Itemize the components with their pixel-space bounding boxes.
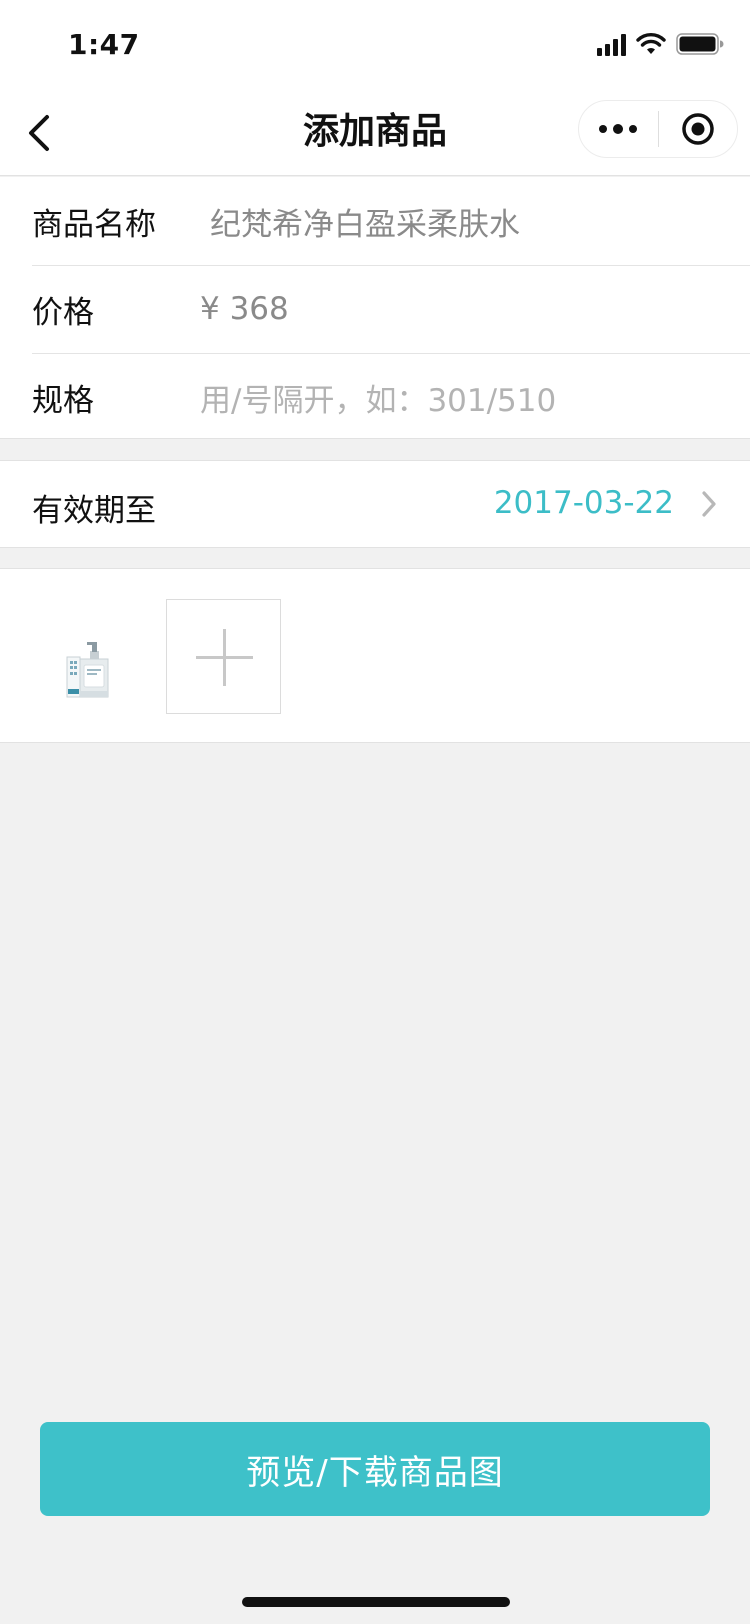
expiry-date-row[interactable]: 有效期至 2017-03-22 [0,460,750,548]
status-icons [597,32,724,56]
price-row[interactable]: 价格 ¥ 368 [0,265,750,353]
expiry-date-value[interactable]: 2017-03-22 [494,485,674,521]
status-time: 1:47 [68,28,140,61]
expiry-label: 有效期至 [32,493,156,529]
status-bar: 1:47 [0,0,750,90]
navigation-bar: 添加商品 [0,90,750,176]
spec-row[interactable]: 规格 用/号隔开，如：301/510 [0,353,750,441]
product-thumbnail[interactable] [32,599,147,714]
screen: 1:47 添加商品 商品名称 纪梵希净白盈采柔肤水 价格 ¥ 368 规格 用/… [0,0,750,1624]
add-image-button[interactable] [166,599,281,714]
spec-input[interactable]: 用/号隔开，如：301/510 [200,375,556,420]
price-label: 价格 [32,294,94,331]
close-mini-program-button[interactable] [659,101,738,157]
target-circle-icon [682,113,714,145]
product-name-label: 商品名称 [32,206,156,243]
cellular-signal-icon [597,32,626,56]
home-indicator [242,1597,510,1607]
battery-icon [676,33,724,55]
product-bottle-image [66,642,109,698]
chevron-right-icon [702,491,716,517]
wifi-icon [636,33,666,54]
product-name-row[interactable]: 商品名称 纪梵希净白盈采柔肤水 [0,177,750,265]
more-dots-icon [599,124,638,134]
more-button[interactable] [579,101,658,157]
preview-download-button[interactable]: 预览/下载商品图 [40,1422,710,1516]
product-form: 商品名称 纪梵希净白盈采柔肤水 价格 ¥ 368 规格 用/号隔开，如：301/… [0,177,750,439]
price-input[interactable]: ¥ 368 [200,291,289,327]
product-images [0,568,750,743]
mini-program-capsule [578,100,738,158]
spec-label: 规格 [32,382,94,419]
product-name-input[interactable]: 纪梵希净白盈采柔肤水 [210,199,520,244]
